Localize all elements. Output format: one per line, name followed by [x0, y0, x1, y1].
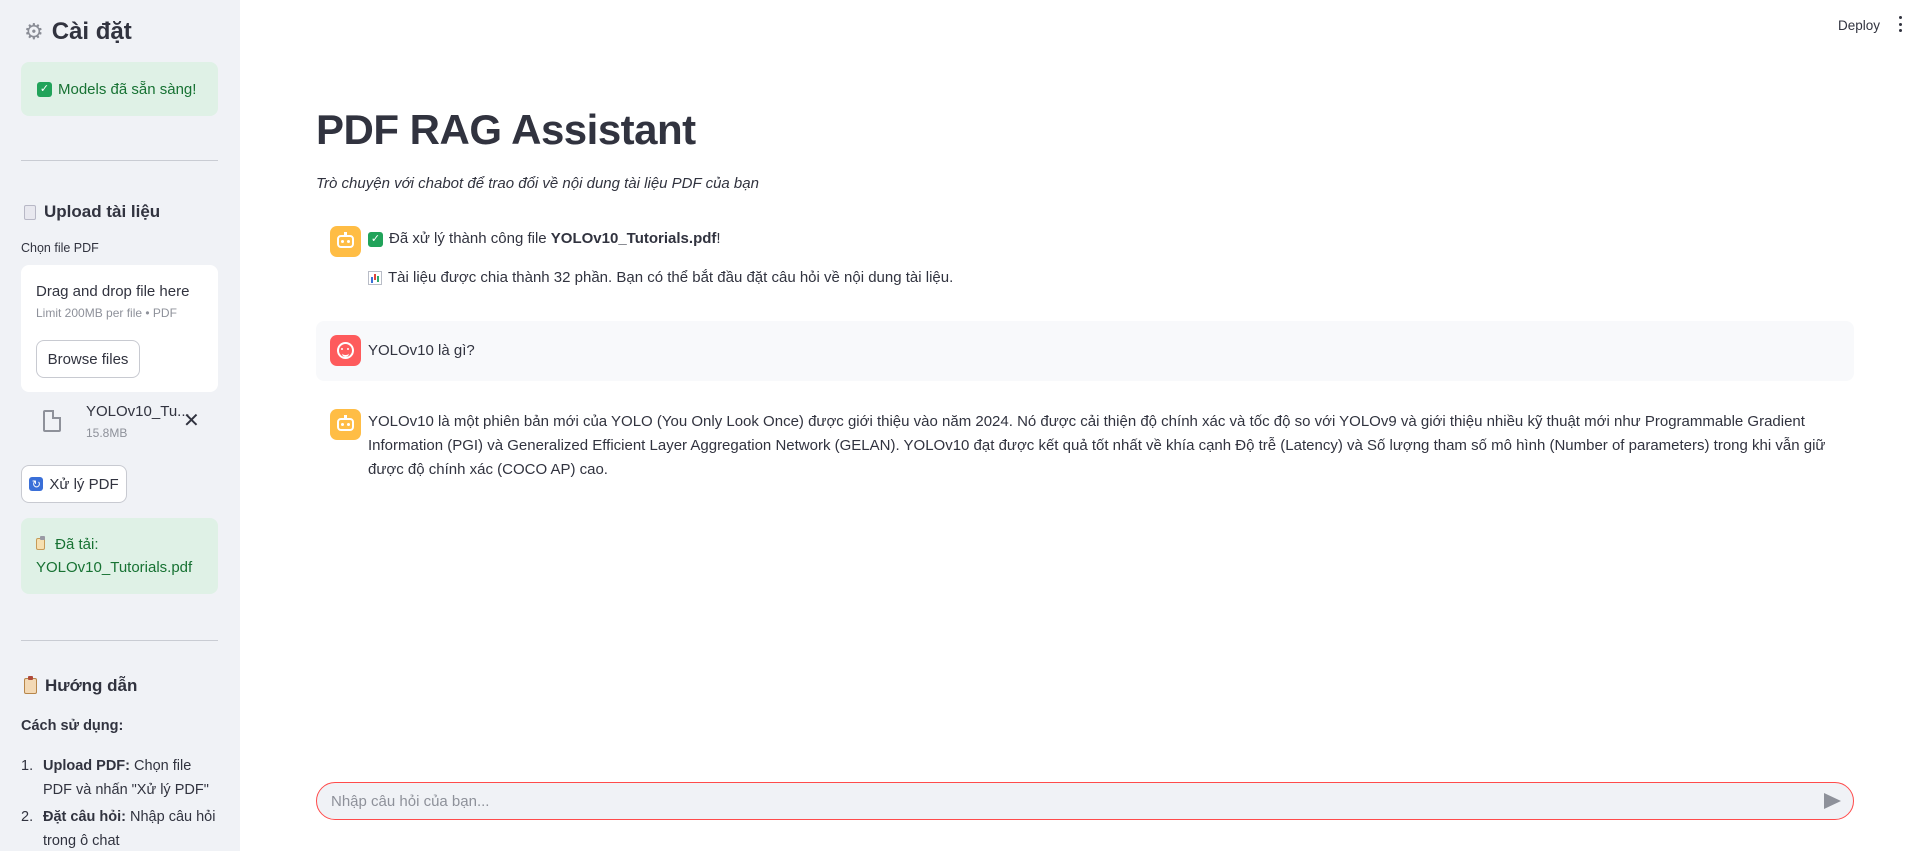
sidebar-title: ⚙ Cài đặt: [24, 18, 132, 46]
assistant-message-text: YOLOv10 là một phiên bản mới của YOLO (Y…: [368, 413, 1826, 478]
robot-avatar-icon: [330, 409, 361, 440]
refresh-icon: ↻: [29, 477, 44, 491]
memo-icon: [36, 536, 45, 550]
page-title: PDF RAG Assistant: [316, 106, 696, 153]
help-heading: Hướng dẫn: [24, 676, 137, 696]
success-prefix: Đã xử lý thành công file: [389, 230, 551, 247]
step-number: 1.: [21, 758, 34, 774]
models-status-alert: ✓ Models đã sẵn sàng!: [21, 62, 218, 116]
chat-input-box[interactable]: [316, 782, 1854, 820]
process-pdf-label: Xử lý PDF: [49, 475, 119, 493]
check-icon: ✓: [368, 231, 383, 247]
page-caption: Trò chuyện với chabot để trao đổi về nội…: [316, 175, 759, 192]
chat-message-user: YOLOv10 là gì?: [316, 321, 1854, 381]
sidebar-divider: [21, 640, 218, 641]
help-subtitle: Cách sử dụng:: [21, 718, 124, 734]
loaded-prefix: Đã tải:: [55, 536, 99, 553]
success-suffix: !: [716, 230, 721, 247]
step-title: Upload PDF:: [43, 758, 130, 774]
dropzone-limit: Limit 200MB per file • PDF: [36, 306, 177, 320]
chat-input[interactable]: [331, 783, 1811, 819]
clipboard-icon: [24, 676, 37, 694]
models-status-text: Models đã sẵn sàng!: [58, 80, 197, 98]
upload-heading: Upload tài liệu: [24, 202, 160, 222]
chat-message-assistant: YOLOv10 là một phiên bản mới của YOLO (Y…: [316, 405, 1854, 478]
info-message: Tài liệu được chia thành 32 phần. Bạn có…: [368, 266, 953, 290]
step-title: Đặt câu hỏi:: [43, 809, 126, 825]
success-message: ✓ Đã xử lý thành công file YOLOv10_Tutor…: [368, 227, 721, 251]
loaded-file-alert: Đã tải: YOLOv10_Tutorials.pdf: [21, 518, 218, 594]
file-uploader-label: Chọn file PDF: [21, 241, 99, 255]
check-icon: ✓: [37, 81, 52, 97]
more-menu-icon[interactable]: [1898, 16, 1902, 32]
bar-chart-icon: [368, 271, 382, 285]
send-icon[interactable]: [1824, 793, 1841, 809]
sidebar-divider: [21, 160, 218, 161]
file-icon: [43, 410, 61, 432]
gear-icon: ⚙: [24, 19, 44, 44]
robot-avatar-icon: [330, 226, 361, 257]
sidebar: ⚙ Cài đặt ✓ Models đã sẵn sàng! Upload t…: [0, 0, 240, 851]
info-text: Tài liệu được chia thành 32 phần. Bạn có…: [388, 269, 954, 286]
help-steps: 1. Upload PDF: Chọn file PDF và nhấn "Xử…: [21, 754, 221, 851]
dropzone-title: Drag and drop file here: [36, 283, 190, 300]
help-step: 2. Đặt câu hỏi: Nhập câu hỏi trong ô cha…: [21, 805, 221, 851]
browse-files-button[interactable]: Browse files: [36, 340, 140, 378]
loaded-file-name: YOLOv10_Tutorials.pdf: [36, 559, 193, 576]
user-message-text: YOLOv10 là gì?: [368, 342, 475, 359]
document-icon: [24, 204, 36, 220]
step-number: 2.: [21, 809, 34, 825]
upload-heading-text: Upload tài liệu: [44, 202, 161, 221]
uploaded-file-size: 15.8MB: [86, 426, 128, 440]
deploy-button[interactable]: Deploy: [1838, 18, 1880, 33]
user-avatar-icon: [330, 335, 361, 366]
chat-message-assistant: ✓ Đã xử lý thành công file YOLOv10_Tutor…: [316, 222, 1854, 292]
close-icon[interactable]: ✕: [183, 411, 200, 431]
process-pdf-button[interactable]: ↻ Xử lý PDF: [21, 465, 127, 503]
uploaded-file-name: YOLOv10_Tu...: [86, 403, 190, 420]
success-file: YOLOv10_Tutorials.pdf: [550, 230, 717, 247]
uploaded-file-row: YOLOv10_Tu... 15.8MB ✕: [21, 398, 218, 448]
help-step: 1. Upload PDF: Chọn file PDF và nhấn "Xử…: [21, 754, 221, 802]
sidebar-title-text: Cài đặt: [51, 18, 132, 45]
help-heading-text: Hướng dẫn: [45, 676, 138, 695]
file-dropzone[interactable]: Drag and drop file here Limit 200MB per …: [21, 265, 218, 392]
